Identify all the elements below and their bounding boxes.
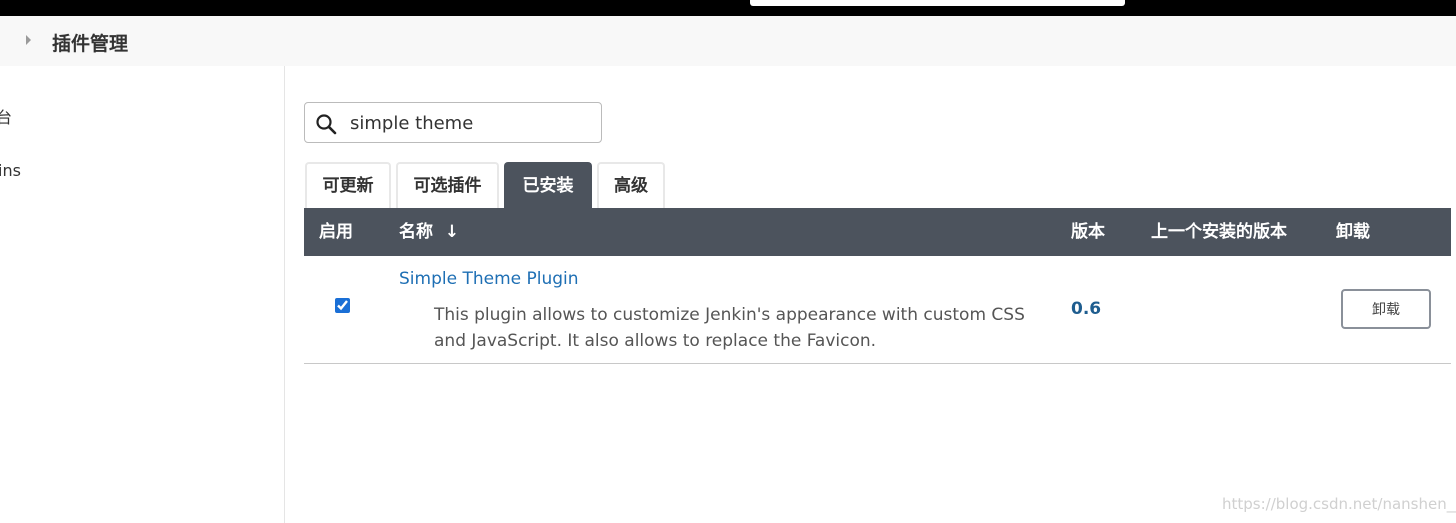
tab-available[interactable]: 可选插件: [396, 162, 499, 208]
column-uninstall: 卸载: [1336, 222, 1370, 242]
column-name-label: 名称: [399, 222, 433, 242]
table-header: 启用 名称 ↓ 版本 上一个安装的版本 卸载: [304, 208, 1451, 256]
page-title: 插件管理: [52, 33, 129, 55]
column-enabled[interactable]: 启用: [319, 208, 353, 256]
sidebar-item-plugins[interactable]: ins: [0, 161, 21, 180]
tab-installed[interactable]: 已安装: [504, 162, 592, 208]
tab-updates[interactable]: 可更新: [305, 162, 391, 208]
enable-checkbox[interactable]: [335, 298, 350, 313]
plugin-description: This plugin allows to customize Jenkin's…: [434, 305, 1025, 351]
breadcrumb: 插件管理: [0, 16, 1456, 66]
tab-advanced[interactable]: 高级: [597, 162, 665, 208]
plugin-version[interactable]: 0.6: [1071, 299, 1101, 319]
plugin-search-box[interactable]: [304, 102, 602, 143]
sort-arrow-icon: ↓: [444, 222, 460, 242]
watermark: https://blog.csdn.net/nanshen__: [1222, 495, 1456, 513]
uninstall-button[interactable]: 卸载: [1341, 289, 1431, 329]
breadcrumb-caret-icon[interactable]: [26, 35, 31, 45]
column-name[interactable]: 名称 ↓: [399, 208, 459, 256]
column-version[interactable]: 版本: [1071, 208, 1105, 256]
top-search-field[interactable]: [750, 0, 1125, 6]
browser-top-bar: [0, 0, 1456, 16]
column-previous-version[interactable]: 上一个安装的版本: [1151, 208, 1287, 256]
search-input[interactable]: [348, 109, 592, 137]
sidebar-item-console[interactable]: 台: [0, 104, 12, 128]
table-row: Simple Theme Plugin This plugin allows t…: [304, 256, 1451, 364]
search-icon: [316, 114, 337, 135]
plugin-name-link[interactable]: Simple Theme Plugin: [399, 269, 579, 289]
sidebar: 台 ins: [0, 66, 285, 523]
